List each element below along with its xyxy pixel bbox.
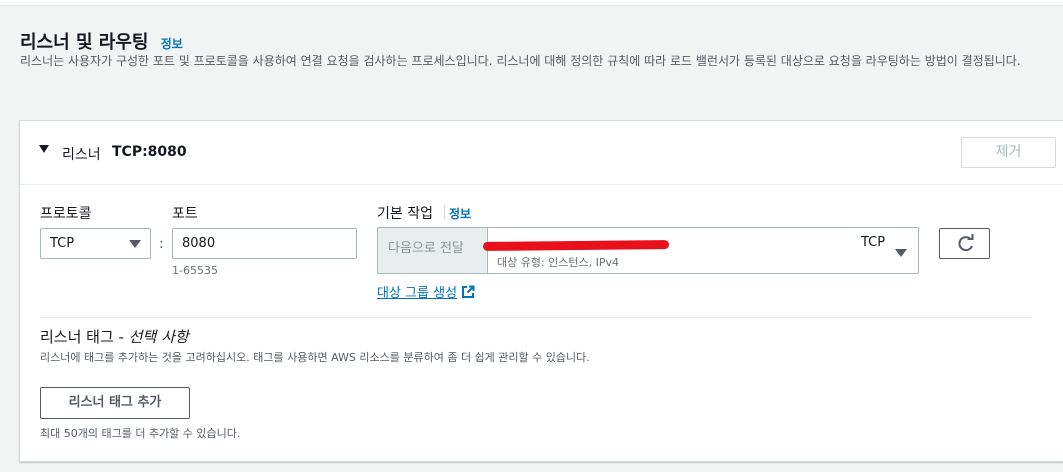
- external-link-icon: [462, 285, 475, 298]
- listener-name: TCP:8080: [112, 144, 187, 160]
- protocol-label: 프로토콜: [40, 206, 92, 222]
- port-label: 포트: [172, 206, 198, 222]
- port-input[interactable]: [172, 228, 357, 259]
- protocol-value: TCP: [50, 236, 75, 251]
- target-group-protocol: TCP: [861, 235, 886, 250]
- label-divider: [444, 205, 445, 219]
- listener-card: 리스너 TCP:8080 제거 프로토콜 TCP : 포트 1-65535 기본…: [19, 120, 1063, 462]
- chevron-down-icon: [895, 249, 907, 257]
- tags-limit-text: 최대 50개의 태그를 더 추가할 수 있습니다.: [40, 427, 241, 440]
- section-header: 리스너 및 라우팅 정보 리스너는 사용자가 구성한 포트 및 프로토콜을 사용…: [0, 5, 1063, 104]
- create-target-group-text: 대상 그룹 생성: [377, 286, 458, 301]
- refresh-icon: [958, 234, 974, 252]
- add-listener-tag-button[interactable]: 리스너 태그 추가: [40, 387, 190, 419]
- remove-button[interactable]: 제거: [961, 137, 1056, 168]
- colon-separator: :: [159, 236, 164, 252]
- listener-header[interactable]: 리스너 TCP:8080 제거: [20, 121, 1063, 185]
- target-group-meta: 대상 유형: 인스턴스, IPv4: [497, 256, 620, 269]
- port-hint: 1-65535: [172, 264, 218, 277]
- section-divider: [40, 317, 1032, 318]
- section-description: 리스너는 사용자가 구성한 포트 및 프로토콜을 사용하여 연결 요청을 검사하…: [20, 54, 1021, 68]
- section-title: 리스너 및 라우팅 정보: [20, 28, 183, 54]
- info-link[interactable]: 정보: [161, 37, 183, 51]
- target-group-select[interactable]: 대상 유형: 인스턴스, IPv4 TCP: [482, 227, 919, 274]
- section-title-text: 리스너 및 라우팅: [20, 32, 149, 53]
- tags-description: 리스너에 태그를 추가하는 것을 고려하십시오. 태그를 사용하면 AWS 리소…: [40, 351, 590, 364]
- tags-title-text: 리스너 태그 -: [40, 328, 129, 346]
- default-action-label: 기본 작업: [377, 206, 433, 222]
- chevron-down-icon: [129, 240, 141, 248]
- action-prefix: 다음으로 전달: [377, 227, 487, 274]
- create-target-group-link[interactable]: 대상 그룹 생성: [377, 282, 475, 301]
- protocol-select[interactable]: TCP: [40, 228, 151, 259]
- listener-prefix: 리스너: [62, 147, 101, 163]
- tags-optional-text: 선택 사항: [128, 328, 189, 346]
- caret-down-icon[interactable]: [39, 145, 49, 153]
- refresh-button[interactable]: [939, 228, 990, 259]
- listener-tags-title: 리스너 태그 - 선택 사항: [40, 326, 189, 347]
- default-action-info-link[interactable]: 정보: [449, 205, 471, 222]
- redaction-mark: [482, 240, 670, 251]
